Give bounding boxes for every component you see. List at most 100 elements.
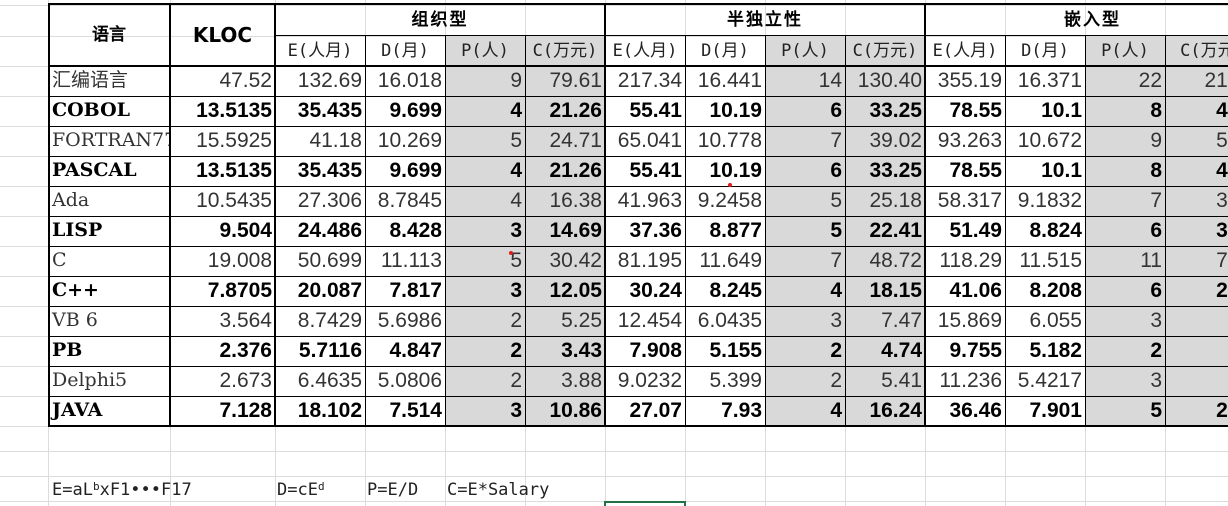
row-value[interactable]: 70.9 <box>1165 246 1228 276</box>
row-value[interactable]: 21.26 <box>525 96 605 126</box>
row-value[interactable]: 355.19 <box>925 66 1005 96</box>
row-value[interactable]: 27.306 <box>275 186 365 216</box>
row-value[interactable]: 47.1 <box>1165 96 1228 126</box>
row-language[interactable]: JAVA <box>48 396 170 426</box>
row-value[interactable]: 16.018 <box>365 66 445 96</box>
row-value[interactable]: 34.9 <box>1165 186 1228 216</box>
header-kloc[interactable]: KLOC <box>170 5 275 66</box>
row-value[interactable]: 10.269 <box>365 126 445 156</box>
row-value[interactable]: 2 <box>445 366 525 396</box>
header-sub-effort[interactable]: E(人月) <box>925 36 1005 66</box>
row-value[interactable]: 217.34 <box>605 66 685 96</box>
row-value[interactable]: 3.88 <box>525 366 605 396</box>
row-kloc[interactable]: 13.5135 <box>170 156 275 186</box>
row-value[interactable]: 58.317 <box>925 186 1005 216</box>
row-kloc[interactable]: 2.673 <box>170 366 275 396</box>
row-value[interactable]: 16.371 <box>1005 66 1085 96</box>
row-value[interactable]: 5.0806 <box>365 366 445 396</box>
formula-people[interactable]: P=E/D <box>367 475 418 505</box>
header-sub-effort[interactable]: E(人月) <box>275 36 365 66</box>
row-value[interactable]: 12.454 <box>605 306 685 336</box>
row-value[interactable]: 8.824 <box>1005 216 1085 246</box>
row-value[interactable]: 5.41 <box>845 366 925 396</box>
header-sub-people[interactable]: P(人) <box>445 36 525 66</box>
header-sub-people[interactable]: P(人) <box>1085 36 1165 66</box>
row-value[interactable]: 3 <box>445 216 525 246</box>
row-value[interactable]: 22 <box>1085 66 1165 96</box>
row-value[interactable]: 16.38 <box>525 186 605 216</box>
row-kloc[interactable]: 7.128 <box>170 396 275 426</box>
row-value[interactable]: 14.69 <box>525 216 605 246</box>
row-value[interactable]: 7.47 <box>845 306 925 336</box>
row-value[interactable]: 93.263 <box>925 126 1005 156</box>
row-value[interactable]: 7.901 <box>1005 396 1085 426</box>
row-value[interactable]: 35.435 <box>275 96 365 126</box>
header-group-semidetached[interactable]: 半独立性 <box>605 5 925 36</box>
formula-effort[interactable]: E=aLbxF1•••F17 <box>52 475 192 505</box>
row-value[interactable]: 22.41 <box>845 216 925 246</box>
row-value[interactable]: 5 <box>765 216 845 246</box>
row-value[interactable]: 41.963 <box>605 186 685 216</box>
row-value[interactable]: 9.755 <box>925 336 1005 366</box>
row-value[interactable]: 9.2458 <box>685 186 765 216</box>
row-value[interactable]: 8.208 <box>1005 276 1085 306</box>
row-value[interactable]: 4.847 <box>365 336 445 366</box>
row-value[interactable]: 37.36 <box>605 216 685 246</box>
row-value[interactable]: 11.649 <box>685 246 765 276</box>
row-value[interactable]: 55.41 <box>605 156 685 186</box>
row-value[interactable]: 7.93 <box>685 396 765 426</box>
row-value[interactable]: 10.19 <box>685 156 765 186</box>
row-value[interactable]: 10.672 <box>1005 126 1085 156</box>
row-kloc[interactable]: 19.008 <box>170 246 275 276</box>
row-language[interactable]: FORTRAN77 <box>48 126 170 156</box>
row-value[interactable]: 5 <box>445 126 525 156</box>
row-kloc[interactable]: 3.564 <box>170 306 275 336</box>
row-value[interactable]: 3 <box>765 306 845 336</box>
row-value[interactable]: 6 <box>1085 276 1165 306</box>
row-value[interactable]: 132.69 <box>275 66 365 96</box>
row-language[interactable]: PASCAL <box>48 156 170 186</box>
row-value[interactable]: 7.908 <box>605 336 685 366</box>
row-value[interactable]: 4.74 <box>845 336 925 366</box>
row-kloc[interactable]: 10.5435 <box>170 186 275 216</box>
row-value[interactable]: 6.4635 <box>275 366 365 396</box>
row-value[interactable]: 81.195 <box>605 246 685 276</box>
row-value[interactable]: 48.72 <box>845 246 925 276</box>
row-language[interactable]: Ada <box>48 186 170 216</box>
row-value[interactable]: 8.7845 <box>365 186 445 216</box>
row-value[interactable]: 2 <box>1085 336 1165 366</box>
row-value[interactable]: 24.6 <box>1165 276 1228 306</box>
row-value[interactable]: 6.055 <box>1005 306 1085 336</box>
row-value[interactable]: 51.49 <box>925 216 1005 246</box>
row-value[interactable]: 11 <box>1085 246 1165 276</box>
row-value[interactable]: 10.1 <box>1005 96 1085 126</box>
row-value[interactable]: 5.4217 <box>1005 366 1085 396</box>
row-value[interactable]: 10.1 <box>1005 156 1085 186</box>
row-value[interactable]: 41.06 <box>925 276 1005 306</box>
row-value[interactable]: 30.42 <box>525 246 605 276</box>
row-value[interactable]: 130.40 <box>845 66 925 96</box>
row-value[interactable]: 118.29 <box>925 246 1005 276</box>
row-value[interactable]: 7.817 <box>365 276 445 306</box>
row-value[interactable]: 3 <box>1085 306 1165 336</box>
row-value[interactable]: 6 <box>765 156 845 186</box>
row-kloc[interactable]: 9.504 <box>170 216 275 246</box>
row-value[interactable]: 16.441 <box>685 66 765 96</box>
row-value[interactable]: 18.15 <box>845 276 925 306</box>
header-sub-duration[interactable]: D(月) <box>685 36 765 66</box>
row-value[interactable]: 8.7429 <box>275 306 365 336</box>
row-value[interactable]: 5.182 <box>1005 336 1085 366</box>
row-value[interactable]: 8 <box>1085 156 1165 186</box>
row-value[interactable]: 5.25 <box>525 306 605 336</box>
row-value[interactable]: 6.7 <box>1165 366 1228 396</box>
row-value[interactable]: 3 <box>445 276 525 306</box>
row-value[interactable]: 3.43 <box>525 336 605 366</box>
row-value[interactable]: 21.8 <box>1165 396 1228 426</box>
row-language[interactable]: COBOL <box>48 96 170 126</box>
row-value[interactable]: 213.1 <box>1165 66 1228 96</box>
header-sub-cost[interactable]: C(万元) <box>1165 36 1228 66</box>
header-sub-duration[interactable]: D(月) <box>1005 36 1085 66</box>
header-sub-cost[interactable]: C(万元) <box>845 36 925 66</box>
row-value[interactable]: 3 <box>445 396 525 426</box>
row-kloc[interactable]: 7.8705 <box>170 276 275 306</box>
